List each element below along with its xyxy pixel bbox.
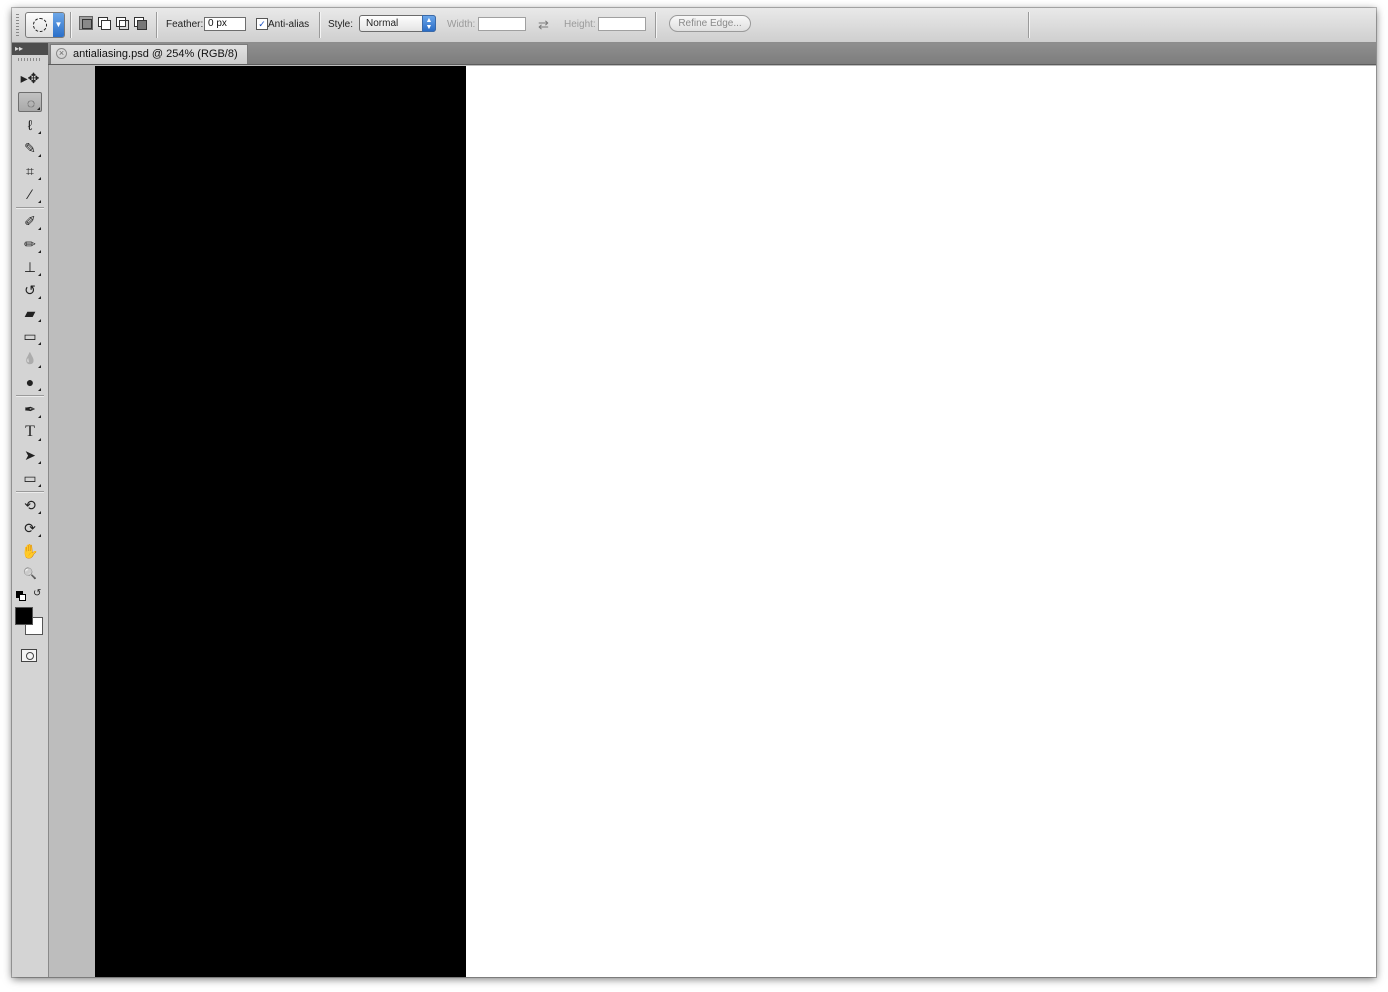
tools-panel: ▸✥ ◌ ℓ ✎ ⌗ ⁄ ✐ ✏ ⊥ ↺ ▰ ▭ 💧 ● ✒ T ➤ ▭ ⟲ ⟳… <box>12 55 49 977</box>
flyout-indicator <box>38 388 41 391</box>
photoshop-window: ▼ Feather: 0 px ✓ Anti-alias Style: Norm… <box>12 8 1376 977</box>
type-tool[interactable]: T <box>18 422 42 442</box>
history-brush-tool[interactable]: ↺ <box>18 280 42 300</box>
subtract-from-selection-button[interactable] <box>116 17 129 30</box>
document-tab-strip: × antialiasing.psd @ 254% (RGB/8) <box>48 43 1376 65</box>
quick-mask-icon <box>26 652 34 660</box>
separator <box>655 12 657 38</box>
hand-tool[interactable]: ✋ <box>18 541 42 561</box>
separator <box>319 12 321 38</box>
flyout-indicator <box>38 484 41 487</box>
width-label: Width: <box>447 19 476 30</box>
blur-tool[interactable]: 💧 <box>18 349 42 369</box>
tools-panel-collapse-toggle[interactable]: ▸▸ <box>12 43 48 55</box>
quick-mask-button[interactable] <box>21 649 37 662</box>
default-colors-icon[interactable] <box>16 591 26 601</box>
swap-colors-icon[interactable]: ↺ <box>33 588 41 599</box>
new-selection-icon <box>82 19 92 29</box>
separator <box>70 12 72 38</box>
stepper-arrows-icon: ▲ ▼ <box>422 15 436 32</box>
flyout-indicator <box>38 296 41 299</box>
feather-label: Feather: <box>166 19 204 30</box>
elliptical-marquee-icon <box>33 18 47 32</box>
clone-stamp-tool[interactable]: ⊥ <box>18 257 42 277</box>
new-selection-button[interactable] <box>79 16 93 30</box>
dodge-tool[interactable]: ● <box>18 372 42 392</box>
intersect-selection-button[interactable] <box>134 17 147 30</box>
tools-panel-grip[interactable] <box>18 58 42 61</box>
rectangle-tool[interactable]: ▭ <box>18 468 42 488</box>
flyout-indicator <box>38 415 41 418</box>
zoom-tool[interactable]: 🔍 <box>18 564 42 584</box>
flyout-indicator <box>38 177 41 180</box>
zoom-icon: 🔍 <box>23 568 37 580</box>
flyout-indicator <box>38 273 41 276</box>
tool-separator <box>16 207 44 209</box>
close-icon[interactable]: × <box>56 48 67 59</box>
style-select-value: Normal <box>366 18 399 29</box>
feather-field[interactable]: 0 px <box>204 17 246 31</box>
healing-brush-tool[interactable]: ✐ <box>18 211 42 231</box>
3d-orbit-tool[interactable]: ⟳ <box>18 518 42 538</box>
style-label: Style: <box>328 19 354 30</box>
separator <box>1028 12 1030 38</box>
lasso-tool[interactable]: ℓ <box>18 115 42 135</box>
document-pasteboard[interactable] <box>49 65 1376 977</box>
eraser-tool[interactable]: ▰ <box>18 303 42 323</box>
width-field[interactable] <box>478 17 526 31</box>
move-tool[interactable]: ▸✥ <box>18 68 42 88</box>
style-select[interactable]: Normal ▲ ▼ <box>359 15 436 32</box>
tool-preset-picker[interactable]: ▼ <box>25 12 65 38</box>
height-label: Height: <box>564 19 596 30</box>
flyout-indicator <box>38 250 41 253</box>
antialias-checkbox[interactable]: ✓ <box>256 18 268 30</box>
tool-separator <box>16 395 44 397</box>
brush-tool[interactable]: ✏ <box>18 234 42 254</box>
height-field[interactable] <box>598 17 646 31</box>
gradient-tool[interactable]: ▭ <box>18 326 42 346</box>
tool-separator <box>16 491 44 493</box>
elliptical-marquee-icon: ◌ <box>26 95 36 111</box>
subtract-selection-icon-part <box>119 20 129 30</box>
refine-edge-button[interactable]: Refine Edge... <box>669 15 751 32</box>
chevron-down-icon: ▼ <box>53 13 64 37</box>
pen-tool[interactable]: ✒ <box>18 399 42 419</box>
options-bar: ▼ Feather: 0 px ✓ Anti-alias Style: Norm… <box>12 8 1376 43</box>
elliptical-marquee-tool[interactable]: ◌ <box>18 92 42 112</box>
black-fill-region <box>95 66 466 977</box>
default-bg-swatch <box>19 594 26 601</box>
add-to-selection-button[interactable] <box>98 17 111 30</box>
intersect-selection-icon-part <box>137 20 147 30</box>
hand-icon: ✋ <box>21 543 39 559</box>
3d-rotate-tool[interactable]: ⟲ <box>18 495 42 515</box>
move-icon: ▸✥ <box>20 70 40 86</box>
flyout-indicator <box>38 342 41 345</box>
crop-tool[interactable]: ⌗ <box>18 161 42 181</box>
flyout-indicator <box>38 227 41 230</box>
flyout-indicator <box>38 461 41 464</box>
options-bar-grip[interactable] <box>16 14 19 36</box>
quick-selection-tool[interactable]: ✎ <box>18 138 42 158</box>
flyout-indicator <box>38 200 41 203</box>
document-tab[interactable]: × antialiasing.psd @ 254% (RGB/8) <box>50 44 248 64</box>
path-selection-tool[interactable]: ➤ <box>18 445 42 465</box>
antialias-label: Anti-alias <box>268 19 310 30</box>
separator <box>156 12 158 38</box>
document-tab-title: antialiasing.psd @ 254% (RGB/8) <box>73 48 238 60</box>
document-canvas[interactable] <box>95 66 1376 977</box>
flyout-indicator <box>38 511 41 514</box>
add-selection-icon-part <box>101 20 111 30</box>
flyout-indicator <box>38 154 41 157</box>
flyout-indicator <box>38 319 41 322</box>
flyout-indicator <box>37 107 40 110</box>
flyout-indicator <box>38 534 41 537</box>
flyout-indicator <box>38 365 41 368</box>
flyout-indicator <box>38 438 41 441</box>
eyedropper-tool[interactable]: ⁄ <box>18 184 42 204</box>
swap-width-height-icon[interactable]: ⇄ <box>538 17 549 33</box>
flyout-indicator <box>38 131 41 134</box>
foreground-color-swatch[interactable] <box>15 607 33 625</box>
